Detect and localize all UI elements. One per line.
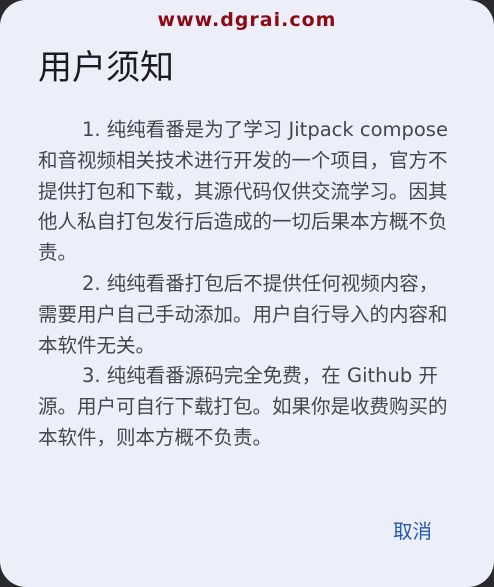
dialog-body: 1. 纯纯看番是为了学习 Jitpack compose 和音视频相关技术进行开…	[38, 115, 456, 454]
dialog-title: 用户须知	[38, 48, 174, 88]
notice-paragraph-1: 1. 纯纯看番是为了学习 Jitpack compose 和音视频相关技术进行开…	[38, 118, 448, 265]
notice-paragraph-3: 3. 纯纯看番源码完全免费，在 Github 开源。用户可自行下载打包。如果你是…	[38, 364, 448, 449]
watermark-text: www.dgrai.com	[157, 9, 337, 31]
cancel-button[interactable]: 取消	[391, 511, 434, 548]
user-notice-dialog: www.dgrai.com 用户须知 1. 纯纯看番是为了学习 Jitpack …	[0, 0, 494, 587]
notice-paragraph-2: 2. 纯纯看番打包后不提供任何视频内容，需要用户自己手动添加。用户自行导入的内容…	[38, 271, 448, 357]
